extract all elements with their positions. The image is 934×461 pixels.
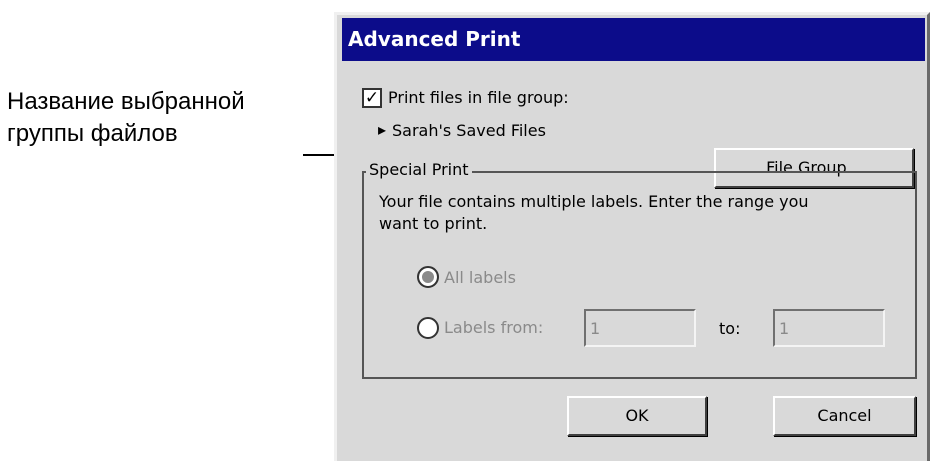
annotation-line-2: группы файлов	[7, 120, 178, 147]
special-print-legend: Special Print	[366, 160, 472, 179]
special-print-description-line-2: want to print.	[379, 214, 488, 233]
all-labels-radio[interactable]	[417, 266, 439, 288]
cancel-button[interactable]: Cancel	[773, 396, 916, 436]
print-files-checkbox[interactable]: ✓	[362, 88, 382, 108]
file-group-name: Sarah's Saved Files	[392, 121, 546, 140]
checkmark-icon: ✓	[364, 88, 380, 108]
labels-to-input[interactable]: 1	[773, 309, 885, 347]
labels-from-radio[interactable]	[417, 317, 439, 339]
labels-from-label: Labels from:	[444, 318, 544, 337]
all-labels-label: All labels	[444, 268, 516, 287]
print-files-label: Print files in file group:	[388, 88, 569, 107]
callout-annotation: Название выбранной группы файлов	[7, 86, 245, 150]
labels-to-label: to:	[719, 319, 741, 338]
special-print-description-line-1: Your file contains multiple labels. Ente…	[379, 192, 809, 211]
labels-from-input[interactable]: 1	[584, 309, 696, 347]
file-group-arrow-icon: ▸	[378, 120, 387, 139]
dialog-title: Advanced Print	[342, 18, 925, 61]
ok-button[interactable]: OK	[567, 396, 707, 436]
annotation-line-1: Название выбранной	[7, 88, 245, 115]
